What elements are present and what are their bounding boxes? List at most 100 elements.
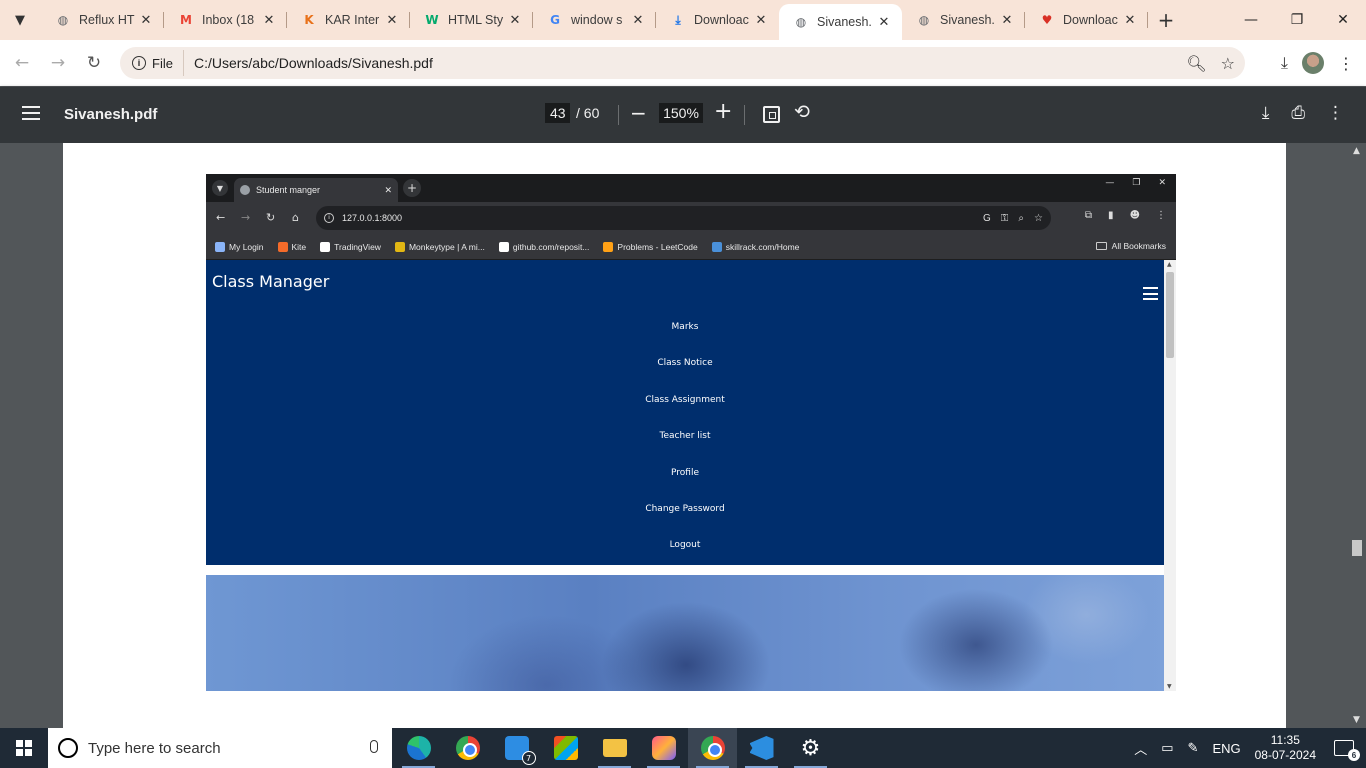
close-tab-icon[interactable]: ✕ (876, 15, 892, 30)
language-indicator[interactable]: ENG (1212, 741, 1240, 756)
profile-avatar[interactable] (1302, 52, 1324, 74)
browser-tab[interactable]: W HTML Sty ✕ (410, 0, 533, 40)
url-text[interactable]: C:/Users/abc/Downloads/Sivanesh.pdf (194, 55, 433, 71)
address-bar[interactable]: i File C:/Users/abc/Downloads/Sivanesh.p… (120, 47, 1245, 79)
fit-to-page-icon[interactable] (763, 106, 780, 123)
zoom-icon[interactable]: 🔍︎ (1186, 54, 1206, 73)
arrow-up-icon[interactable]: ▲ (1353, 146, 1360, 156)
download-icon[interactable]: ⤓ (1262, 103, 1270, 123)
close-tab-icon[interactable]: ✕ (507, 13, 523, 28)
bookmark-label: Problems - LeetCode (617, 241, 698, 252)
hamburger-icon (1143, 287, 1158, 300)
google-icon: G (550, 13, 560, 27)
zoom-level-input[interactable]: 150% (659, 103, 703, 123)
zoom-in-button[interactable]: + (714, 99, 732, 124)
menu-icon[interactable] (22, 106, 40, 120)
clock-date: 08-07-2024 (1254, 748, 1316, 762)
bookmark-favicon-icon (603, 241, 614, 252)
close-tab-icon[interactable]: ✕ (138, 13, 154, 28)
bookmark-favicon-icon (320, 241, 331, 252)
downloads-icon[interactable]: ⤓ (1281, 53, 1288, 73)
zoom-icon: ⌕ (1018, 212, 1025, 224)
embedded-toolbar: ← → ↻ ⌂ i 127.0.0.1:8000 G ⚿ ⌕ ☆ ⧉ ▮ ☻ ⋮ (206, 202, 1176, 234)
page-number-input[interactable]: 43 (545, 103, 570, 123)
tab-search-button[interactable]: ▼ (7, 7, 33, 33)
notification-center-icon[interactable]: 6 (1334, 740, 1360, 761)
browser-tab[interactable]: Gwindow s ✕ (533, 0, 656, 40)
chevron-up-icon[interactable]: ︿ (1134, 739, 1147, 758)
bookmark-label: My Login (229, 241, 264, 252)
forward-button[interactable]: → (40, 45, 76, 81)
embedded-window-controls: — ❐ ✕ (1105, 178, 1172, 188)
mail-app[interactable]: 7 (492, 728, 541, 768)
system-tray: ︿ ▭ ✎ ENG 11:35 08-07-2024 6 (1134, 728, 1366, 768)
heart-icon: ♥ (1041, 13, 1053, 27)
store-app[interactable] (541, 728, 590, 768)
vscode-app[interactable] (737, 728, 786, 768)
clock[interactable]: 11:35 08-07-2024 (1255, 733, 1316, 763)
pdf-page: ▼ Student manger ✕ + — ❐ ✕ ← → ↻ ⌂ i 127… (63, 143, 1286, 728)
bookmark-item: skillrack.com/Home (711, 241, 799, 252)
pdf-scrollbar[interactable]: ▲ ▼ (1348, 143, 1366, 728)
minimize-button[interactable]: — (1228, 0, 1274, 40)
microphone-icon[interactable] (370, 740, 378, 753)
file-explorer-app[interactable] (590, 728, 639, 768)
close-tab-icon[interactable]: ✕ (630, 13, 646, 28)
scroll-thumb[interactable] (1352, 540, 1362, 556)
battery-icon[interactable]: ▭ (1161, 740, 1173, 756)
browser-tab[interactable]: ◍ Sivanesh. ✕ (902, 0, 1025, 40)
bookmark-label: github.com/reposit... (512, 241, 590, 252)
settings-app[interactable]: ⚙ (786, 728, 835, 768)
close-tab-icon[interactable]: ✕ (999, 13, 1015, 28)
bookmark-label: Monkeytype | A mi... (408, 241, 485, 252)
creative-cloud-app[interactable] (639, 728, 688, 768)
new-tab-button[interactable]: + (1152, 6, 1180, 34)
globe-icon: ◍ (795, 15, 807, 29)
bookmark-star-icon[interactable]: ☆ (1221, 54, 1235, 73)
sidepanel-icon: ▮ (1108, 210, 1114, 221)
rotate-icon[interactable]: ⟲ (794, 101, 810, 123)
plus-icon: + (714, 99, 733, 124)
site-info-chip[interactable]: i File (124, 50, 184, 76)
start-button[interactable] (0, 728, 48, 768)
restore-icon: ❐ (1290, 12, 1304, 28)
chrome-profile-app[interactable] (688, 728, 737, 768)
browser-tab[interactable]: K KAR Inter ✕ (287, 0, 410, 40)
close-tab-icon[interactable]: ✕ (1122, 13, 1138, 28)
windows-icon (16, 740, 32, 756)
browser-tab[interactable]: ◍ Sivanesh. ✕ (779, 4, 902, 40)
more-options-icon[interactable]: ⋮ (1327, 103, 1344, 123)
embedded-page: Class Manager Marks Class Notice Class Ass… (206, 260, 1164, 691)
tab-title: Sivanesh. (817, 15, 872, 29)
close-icon: ✕ (384, 184, 392, 195)
print-icon[interactable]: ⎙ (1291, 103, 1305, 123)
zoom-out-button[interactable]: − (630, 101, 647, 125)
edge-app[interactable] (394, 728, 443, 768)
nav-link: Change Password (645, 503, 725, 514)
pen-icon[interactable]: ✎ (1188, 740, 1199, 756)
site-info-label: File (152, 55, 173, 71)
close-window-button[interactable]: ✕ (1320, 0, 1366, 40)
chrome-app[interactable] (443, 728, 492, 768)
browser-tab[interactable]: ◍ Reflux HT ✕ (41, 0, 164, 40)
info-icon: i (324, 213, 334, 223)
restore-button[interactable]: ❐ (1274, 0, 1320, 40)
browser-tab[interactable]: M Inbox (18 ✕ (164, 0, 287, 40)
hero-image (206, 575, 1164, 691)
folder-icon (602, 739, 627, 757)
w3schools-icon: W (425, 13, 439, 27)
pdf-filename: Sivanesh.pdf (64, 106, 158, 123)
taskbar-search[interactable]: Type here to search (48, 728, 392, 768)
mail-icon: 7 (504, 736, 536, 765)
browser-tab[interactable]: ♥ Downloac ✕ (1025, 0, 1148, 40)
more-menu-icon[interactable]: ⋮ (1338, 54, 1354, 73)
close-tab-icon[interactable]: ✕ (261, 13, 277, 28)
close-tab-icon[interactable]: ✕ (384, 13, 400, 28)
browser-tab[interactable]: ⤓ Downloac ✕ (656, 0, 779, 40)
back-button[interactable]: ← (4, 45, 40, 81)
globe-icon: ◍ (57, 13, 69, 27)
minimize-icon: — (1244, 12, 1258, 28)
reload-button[interactable]: ↻ (76, 45, 112, 81)
arrow-down-icon[interactable]: ▼ (1353, 715, 1360, 725)
close-tab-icon[interactable]: ✕ (753, 13, 769, 28)
